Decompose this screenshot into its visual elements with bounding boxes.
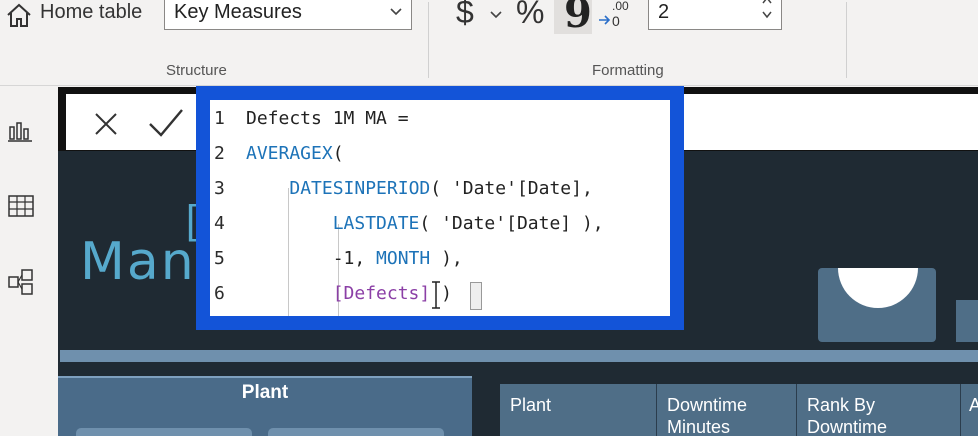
code-token: ( 'Date'[Date],	[430, 178, 593, 199]
code-text: [Defects] )	[246, 277, 452, 311]
column-header-truncated[interactable]: A	[960, 384, 978, 436]
plant-slicer-title: Plant	[241, 382, 289, 403]
function-token: LASTDATE	[332, 213, 420, 234]
column-header-rank-by-downtime[interactable]: Rank By Downtime	[796, 384, 960, 436]
matching-bracket-highlight	[470, 282, 482, 310]
checkmark-icon[interactable]	[146, 106, 186, 140]
home-icon	[7, 3, 31, 27]
code-text: LASTDATE( 'Date'[Date] ),	[246, 207, 604, 241]
line-number: 5	[214, 248, 225, 269]
view-rail	[0, 87, 46, 436]
code-text: DATESINPERIOD( 'Date'[Date],	[246, 172, 593, 206]
svg-text:.00: .00	[612, 0, 629, 13]
percent-format-button[interactable]: %	[516, 0, 544, 31]
line-number: 1	[214, 108, 225, 129]
column-header-plant[interactable]: Plant	[500, 384, 656, 436]
decimal-places-spinner[interactable]: 2	[648, 0, 782, 30]
code-text: Defects 1M MA =	[246, 102, 409, 136]
home-table-dropdown[interactable]: Key Measures	[164, 0, 412, 30]
ribbon-divider	[846, 2, 847, 78]
currency-format-button[interactable]: $	[456, 0, 474, 31]
home-table-label: Home table	[40, 1, 143, 23]
code-text: -1, MONTH ),	[246, 242, 463, 276]
data-view-icon[interactable]	[6, 191, 36, 221]
ribbon-divider	[428, 2, 429, 78]
close-icon[interactable]	[90, 108, 122, 140]
measure-token: [Defects]	[332, 283, 431, 304]
formatting-group-label: Formatting	[592, 62, 664, 79]
plant-slicer[interactable]: Plant	[58, 376, 472, 436]
gauge-visual	[838, 268, 918, 308]
chevron-down-icon[interactable]	[489, 8, 503, 22]
slicer-chip[interactable]	[268, 428, 444, 436]
svg-text:0: 0	[612, 13, 620, 29]
report-title: Man	[80, 232, 196, 292]
code-token: (	[332, 143, 344, 164]
function-token: AVERAGEX	[246, 143, 333, 164]
slicer-chip[interactable]	[76, 428, 252, 436]
power-bi-desktop: Home table Key Measures Structure $ % 9 …	[0, 0, 978, 436]
comma-icon: 9	[564, 0, 592, 37]
visual-card	[956, 300, 978, 342]
decrease-decimal-icon[interactable]: .00 0	[598, 0, 632, 30]
column-header-downtime-minutes[interactable]: Downtime Minutes	[656, 384, 796, 436]
model-view-icon[interactable]	[6, 267, 36, 297]
code-token: ),	[430, 248, 463, 269]
keyword-token: MONTH	[376, 248, 431, 269]
line-number: 2	[214, 143, 225, 164]
code-token: ( 'Date'[Date] ),	[419, 213, 604, 234]
home-table-value: Key Measures	[174, 1, 302, 23]
chevron-down-icon	[390, 8, 402, 16]
ribbon: Home table Key Measures Structure $ % 9 …	[0, 0, 978, 86]
chevron-up-icon[interactable]	[761, 0, 773, 5]
visual-card	[818, 268, 936, 342]
function-token: DATESINPERIOD	[289, 178, 431, 199]
divider-band	[60, 350, 978, 362]
line-number: 3	[214, 178, 225, 199]
code-text: AVERAGEX(	[246, 137, 344, 171]
chevron-down-icon[interactable]	[761, 9, 773, 19]
decimal-places-value: 2	[658, 1, 670, 23]
line-number: 6	[214, 283, 225, 304]
code-token: Defects 1M MA =	[246, 108, 409, 129]
text-cursor-icon	[432, 281, 440, 309]
code-token: -1,	[246, 248, 377, 269]
report-view-icon[interactable]	[6, 115, 36, 145]
comma-style-button[interactable]: 9	[554, 0, 592, 37]
structure-group-label: Structure	[166, 62, 227, 79]
line-number: 4	[214, 213, 225, 234]
